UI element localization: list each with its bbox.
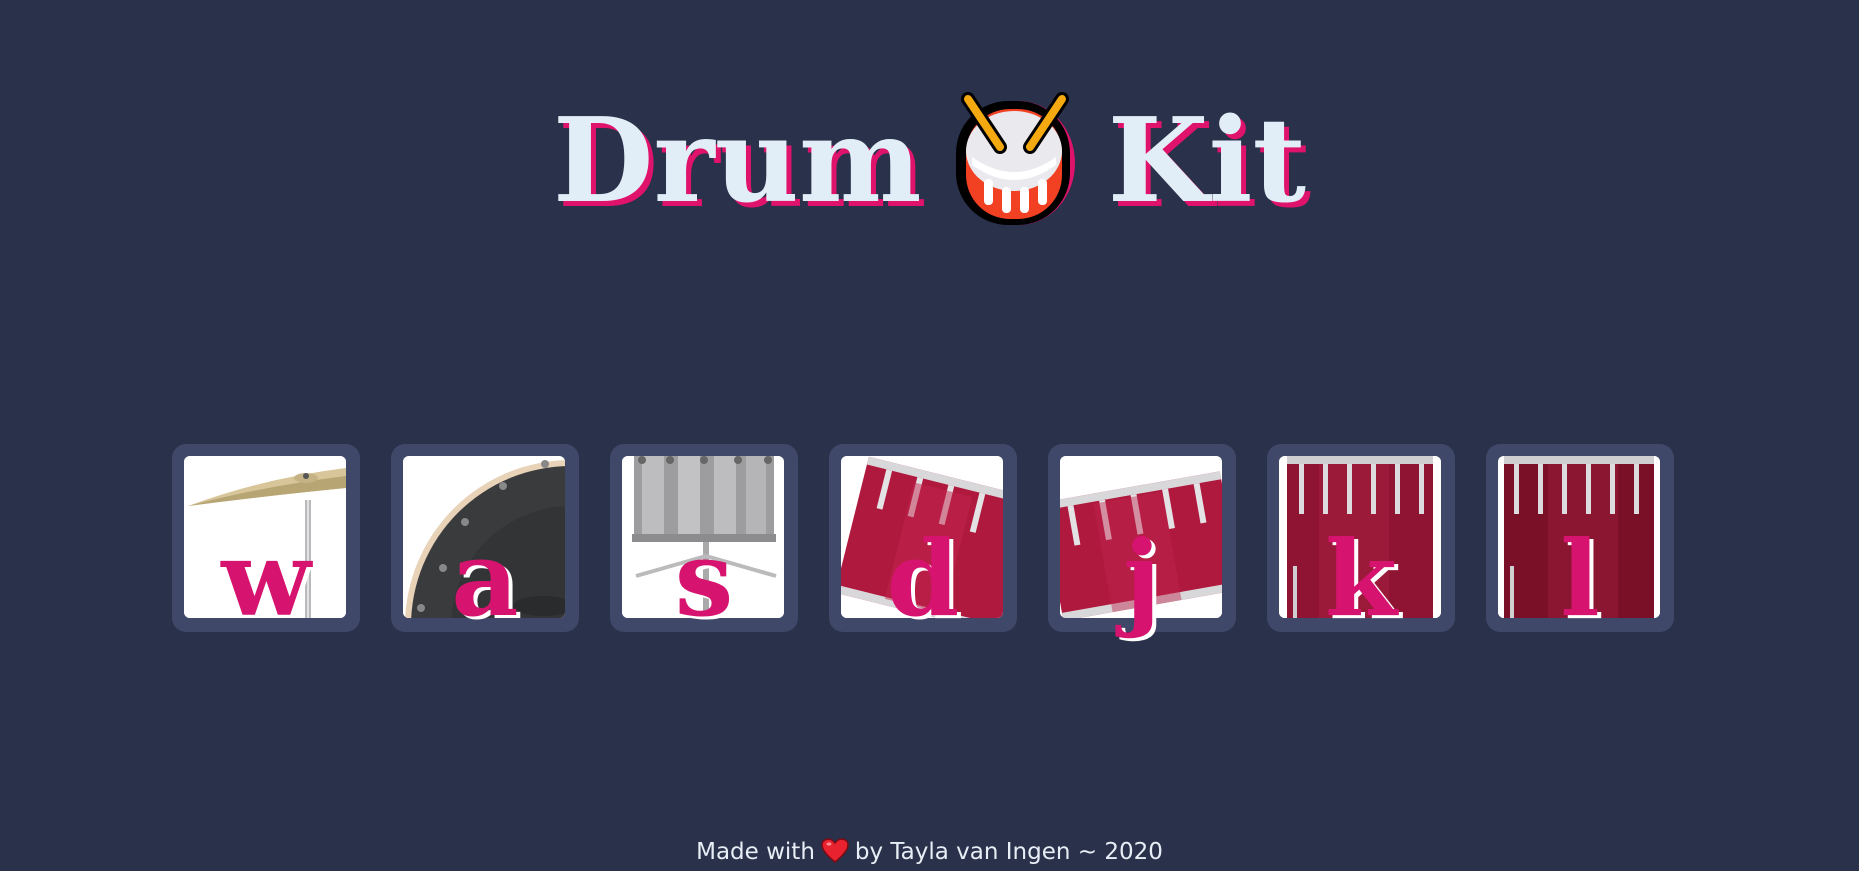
page-title: Drum Kit (0, 86, 1859, 245)
footer-suffix: by Tayla van Ingen ~ 2020 (854, 839, 1163, 865)
drum-emoji-icon (950, 83, 1082, 231)
pad-key-label: s (674, 517, 734, 640)
pad-a[interactable]: a (391, 444, 579, 640)
pad-d[interactable]: d (829, 444, 1017, 640)
pad-l[interactable]: l (1486, 444, 1674, 640)
footer: Made with by Tayla van Ingen ~ 2020 (0, 836, 1859, 868)
pad-s[interactable]: s (610, 444, 798, 640)
pad-key-label: d (886, 517, 960, 640)
pad-j[interactable]: j (1048, 444, 1236, 640)
pad-key-label: w (221, 517, 311, 640)
pad-key-label: a (451, 517, 519, 640)
pad-w[interactable]: w (172, 444, 360, 640)
title-word-drum: Drum (552, 93, 922, 229)
footer-prefix: Made with (696, 839, 815, 865)
pad-key-label: l (1560, 517, 1600, 640)
pad-key-label: k (1324, 517, 1398, 640)
pad-key-label: j (1123, 517, 1161, 640)
pad-k[interactable]: k (1267, 444, 1455, 640)
drum-pads: w a s d j k l (172, 444, 1674, 640)
heart-icon (821, 838, 849, 864)
title-word-kit: Kit (1107, 93, 1307, 229)
